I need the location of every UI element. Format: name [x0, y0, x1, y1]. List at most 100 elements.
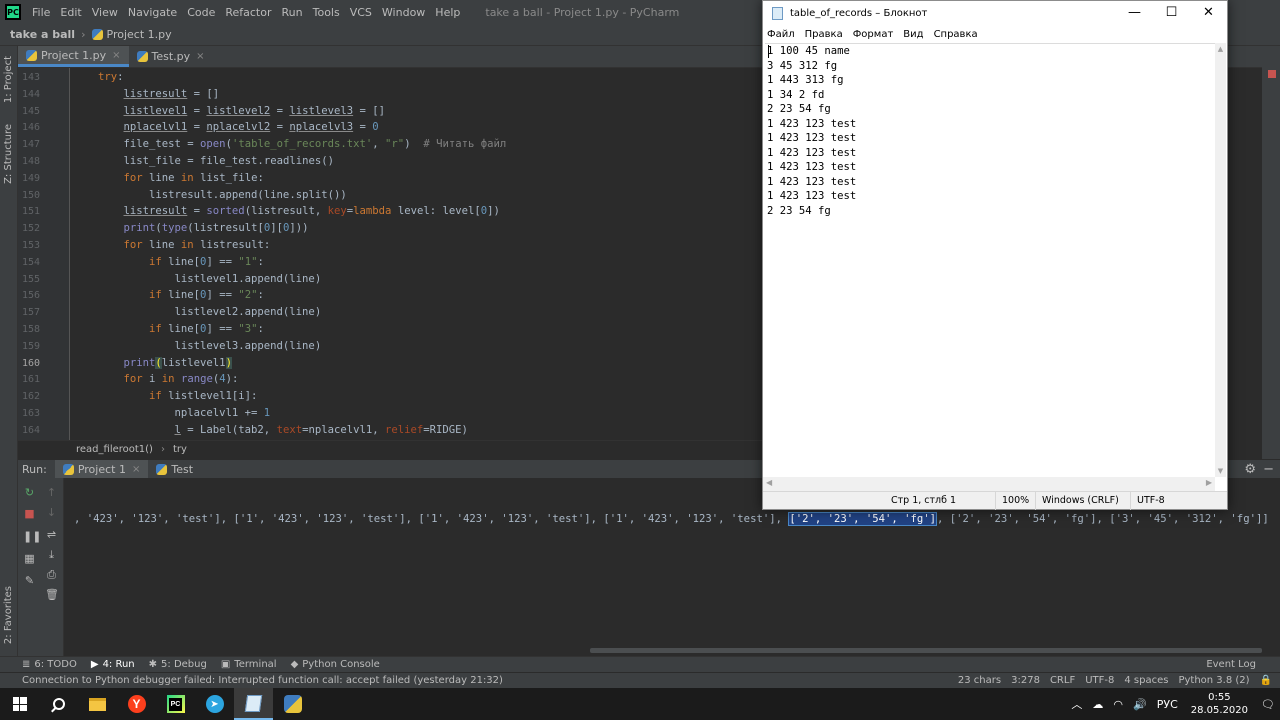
line-number: 154 — [21, 256, 40, 268]
menu-run[interactable]: Run — [277, 6, 308, 19]
python-icon — [62, 463, 74, 475]
onedrive-cloud-icon[interactable]: ☁ — [1092, 698, 1103, 711]
toolwindow-6-todo[interactable]: ≣ 6: TODO — [22, 659, 77, 670]
menu-window[interactable]: Window — [377, 6, 430, 19]
np-menu-file[interactable]: Файл — [767, 29, 802, 40]
notepad-text-line: 1 443 313 fg — [767, 74, 844, 86]
python-icon — [283, 695, 302, 713]
taskbar-pycharm[interactable]: PC — [156, 688, 195, 720]
notepad-vertical-scrollbar[interactable]: ▲ ▼ — [1215, 43, 1226, 477]
code-editor[interactable]: try: listresult = [] listlevel1 = listleve… — [70, 68, 762, 440]
notepad-horizontal-scrollbar[interactable]: ◀ ▶ — [763, 477, 1215, 491]
print-icon[interactable]: ⎙ — [45, 568, 58, 581]
pause-icon[interactable]: ❚❚ — [23, 530, 41, 543]
run-tab-project-1[interactable]: Project 1 × — [54, 459, 149, 479]
tab-label: Project 1.py — [41, 48, 107, 62]
wifi-icon[interactable]: ◠ — [1113, 698, 1123, 711]
run-tab-test[interactable]: Test — [148, 460, 201, 479]
stop-icon[interactable] — [1268, 70, 1276, 78]
trash-icon[interactable]: 🗑 — [45, 588, 59, 601]
structure-toolwindow-tab[interactable]: Z: Structure — [3, 124, 14, 184]
telegram-icon: ➤ — [205, 695, 224, 713]
menu-help[interactable]: Help — [430, 6, 465, 19]
tab-test[interactable]: Test.py × — [129, 46, 213, 67]
close-button[interactable]: ✕ — [1190, 1, 1227, 25]
breadcrumb-project[interactable]: take a ball — [10, 28, 75, 41]
menu-code[interactable]: Code — [182, 6, 220, 19]
taskbar-notepad[interactable] — [234, 688, 273, 720]
status-encoding[interactable]: UTF-8 — [1085, 675, 1114, 686]
toolwindow-4-run[interactable]: ▶ 4: Run — [91, 659, 135, 670]
console-horizontal-scrollbar[interactable] — [590, 648, 1262, 653]
minimize-button[interactable]: — — [1116, 1, 1153, 25]
breadcrumb-function[interactable]: read_fileroot1() — [76, 444, 153, 455]
gear-icon[interactable]: ⚙ — [1244, 462, 1256, 477]
toolwindow-5-debug[interactable]: ✱ 5: Debug — [149, 659, 207, 670]
line-number: 163 — [21, 408, 40, 419]
menu-tools[interactable]: Tools — [308, 6, 345, 19]
line-number: 160 — [21, 357, 40, 369]
scroll-left-icon[interactable]: ◀ — [766, 478, 772, 487]
taskbar-yandex[interactable]: Y — [117, 688, 156, 720]
breadcrumb-file[interactable]: Project 1.py — [107, 28, 172, 41]
taskbar-explorer[interactable] — [78, 688, 117, 720]
toolwindow-python-console[interactable]: ◆ Python Console — [291, 659, 380, 670]
event-log-button[interactable]: Event Log — [1206, 659, 1256, 670]
pin-icon[interactable]: ✎ — [23, 574, 36, 587]
menu-edit[interactable]: Edit — [55, 6, 86, 19]
close-icon[interactable]: × — [196, 51, 204, 62]
status-bar: Connection to Python debugger failed: In… — [0, 672, 1280, 688]
project-toolwindow-tab[interactable]: 1: Project — [3, 56, 14, 103]
up-arrow-icon[interactable]: ↑ — [45, 486, 58, 499]
stop-icon[interactable]: ■ — [23, 507, 36, 520]
notepad-titlebar[interactable]: table_of_records – Блокнот — ☐ ✕ — [763, 1, 1227, 25]
toolwindow-label: Terminal — [234, 659, 277, 670]
np-menu-help[interactable]: Справка — [934, 29, 985, 40]
status-position[interactable]: 3:278 — [1011, 675, 1040, 686]
run-tool-column: ↻ ■ ❚❚ ▦ ✎ — [18, 478, 41, 656]
breadcrumb-try[interactable]: try — [173, 444, 187, 455]
np-menu-edit[interactable]: Правка — [805, 29, 850, 40]
chevron-up-icon[interactable]: ︿ — [1071, 696, 1082, 712]
minimize-icon[interactable]: − — [1263, 462, 1274, 477]
scroll-to-end-icon[interactable]: ⤓ — [45, 548, 58, 561]
favorites-toolwindow-tab[interactable]: 2: Favorites — [3, 586, 14, 644]
notifications-icon[interactable]: 🗨 — [1261, 698, 1275, 711]
status-message[interactable]: Connection to Python debugger failed: In… — [22, 675, 503, 686]
notepad-text-area[interactable]: 1 100 45 name 3 45 312 fg 1 443 313 fg 1 34… — [765, 43, 1217, 477]
close-icon[interactable]: × — [132, 464, 140, 475]
tab-project-1[interactable]: Project 1.py × — [18, 46, 129, 67]
menu-refactor[interactable]: Refactor — [220, 6, 276, 19]
layout-icon[interactable]: ▦ — [23, 552, 36, 565]
volume-icon[interactable]: 🔊 — [1133, 698, 1147, 711]
scroll-down-icon[interactable]: ▼ — [1215, 467, 1226, 475]
toolwindow-terminal[interactable]: ▣ Terminal — [221, 659, 277, 670]
status-indent[interactable]: 4 spaces — [1124, 675, 1168, 686]
window-title: take a ball - Project 1.py - PyCharm — [485, 5, 680, 19]
clock[interactable]: 0:55 28.05.2020 — [1191, 691, 1248, 717]
np-menu-format[interactable]: Формат — [853, 29, 901, 40]
down-arrow-icon[interactable]: ↓ — [45, 506, 58, 519]
status-line-separator[interactable]: CRLF — [1050, 675, 1075, 686]
taskbar-python[interactable] — [273, 688, 312, 720]
np-menu-view[interactable]: Вид — [903, 29, 930, 40]
start-button[interactable] — [0, 688, 39, 720]
code-line: listlevel2.append(line) — [174, 306, 322, 319]
maximize-button[interactable]: ☐ — [1153, 1, 1190, 25]
rerun-icon[interactable]: ↻ — [23, 486, 36, 499]
search-button[interactable] — [39, 688, 78, 720]
menu-vcs[interactable]: VCS — [345, 6, 377, 19]
soft-wrap-icon[interactable]: ⇌ — [45, 528, 58, 541]
code-line: for line in list_file: — [123, 171, 264, 184]
scroll-right-icon[interactable]: ▶ — [1206, 478, 1212, 487]
line-number: 152 — [21, 223, 40, 235]
language-indicator[interactable]: РУС — [1157, 698, 1178, 711]
taskbar-telegram[interactable]: ➤ — [195, 688, 234, 720]
close-icon[interactable]: × — [112, 50, 120, 61]
menu-navigate[interactable]: Navigate — [123, 6, 182, 19]
menu-view[interactable]: View — [87, 6, 123, 19]
scroll-up-icon[interactable]: ▲ — [1215, 45, 1226, 53]
status-interpreter[interactable]: Python 3.8 (2) — [1178, 675, 1249, 686]
lock-icon[interactable]: 🔒 — [1260, 675, 1272, 686]
menu-file[interactable]: File — [27, 6, 55, 19]
